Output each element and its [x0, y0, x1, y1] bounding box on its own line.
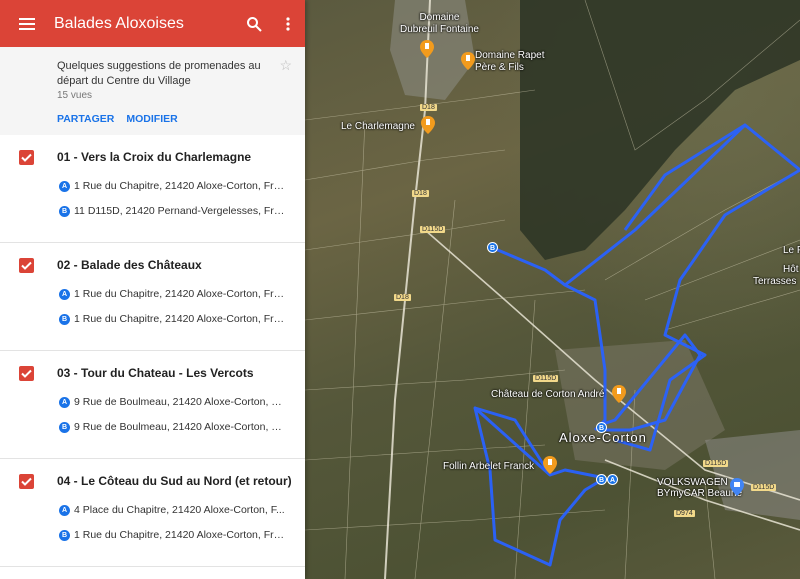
route-marker-a[interactable]: A: [607, 474, 618, 485]
map-description: Quelques suggestions de promenades au dé…: [0, 47, 305, 135]
stop-a-icon: A: [59, 396, 70, 408]
stop-address: 1 Rue du Chapitre, 21420 Aloxe-Corton, F…: [74, 288, 288, 300]
stop-address: 1 Rue du Chapitre, 21420 Aloxe-Corton, F…: [74, 529, 288, 541]
stop-a-icon: A: [59, 504, 70, 516]
route-stop[interactable]: B 1 Rue du Chapitre, 21420 Aloxe-Corton, …: [59, 529, 288, 541]
map-title: Balades Aloxoises: [54, 14, 184, 32]
map-view[interactable]: Domaine Dubreuil Fontaine Domaine Rapet …: [305, 0, 800, 579]
route-title[interactable]: 03 - Tour du Chateau - Les Vercots: [57, 366, 254, 380]
layer-checkbox[interactable]: [19, 474, 34, 489]
layer-checkbox[interactable]: [19, 150, 34, 165]
winery-pin-icon[interactable]: [461, 52, 475, 70]
route-marker-b[interactable]: B: [596, 474, 607, 485]
route-title[interactable]: 01 - Vers la Croix du Charlemagne: [57, 150, 251, 164]
stop-address: 9 Rue de Boulmeau, 21420 Aloxe-Corton, F…: [74, 421, 288, 433]
description-text: Quelques suggestions de promenades au dé…: [57, 60, 261, 87]
stop-a-icon: A: [59, 288, 70, 300]
stop-address: 1 Rue du Chapitre, 21420 Aloxe-Corton, F…: [74, 180, 288, 192]
route-stop[interactable]: A 1 Rue du Chapitre, 21420 Aloxe-Corton, …: [59, 180, 288, 192]
route-list: 01 - Vers la Croix du Charlemagne A 1 Rue…: [0, 135, 305, 567]
stop-address: 9 Rue de Boulmeau, 21420 Aloxe-Corton, F…: [74, 396, 288, 408]
road-label: D18: [420, 104, 437, 111]
star-icon[interactable]: ☆: [279, 57, 292, 74]
winery-pin-icon[interactable]: [612, 385, 626, 403]
stop-b-icon: B: [59, 205, 70, 217]
route-stop[interactable]: A 4 Place du Chapitre, 21420 Aloxe-Corton…: [59, 504, 288, 516]
place-charlemagne[interactable]: Le Charlemagne: [341, 121, 415, 132]
route-marker-b[interactable]: B: [596, 422, 607, 433]
route-title[interactable]: 02 - Balade des Châteaux: [57, 258, 202, 272]
stop-address: 11 D115D, 21420 Pernand-Vergelesses, Fra…: [74, 205, 288, 217]
edit-button[interactable]: MODIFIER: [126, 113, 177, 125]
route-stop[interactable]: B 9 Rue de Boulmeau, 21420 Aloxe-Corton, …: [59, 421, 288, 433]
route-item: 04 - Le Côteau du Sud au Nord (et retour…: [0, 459, 305, 567]
place-domaine-dubreuil[interactable]: Domaine Dubreuil Fontaine: [400, 12, 479, 36]
stop-address: 4 Place du Chapitre, 21420 Aloxe-Corton,…: [74, 504, 285, 516]
stop-address: 1 Rue du Chapitre, 21420 Aloxe-Corton, F…: [74, 313, 288, 325]
car-dealer-pin-icon[interactable]: [730, 478, 744, 496]
share-button[interactable]: PARTAGER: [57, 113, 114, 125]
winery-pin-icon[interactable]: [543, 456, 557, 474]
more-vert-icon[interactable]: [271, 16, 305, 31]
search-icon[interactable]: [237, 16, 271, 32]
place-hot[interactable]: Hôt: [783, 264, 799, 275]
road-label: D115D: [533, 375, 559, 382]
route-stop[interactable]: A 9 Rue de Boulmeau, 21420 Aloxe-Corton, …: [59, 396, 288, 408]
route-item: 03 - Tour du Chateau - Les Vercots A 9 Ru…: [0, 351, 305, 459]
stop-b-icon: B: [59, 313, 70, 325]
layer-checkbox[interactable]: [19, 258, 34, 273]
app-header: Balades Aloxoises: [0, 0, 305, 47]
route-item: 01 - Vers la Croix du Charlemagne A 1 Rue…: [0, 135, 305, 243]
restaurant-pin-icon[interactable]: [421, 116, 435, 134]
road-label: D115D: [703, 460, 729, 467]
place-domaine-rapet[interactable]: Domaine Rapet Père & Fils: [475, 50, 544, 74]
route-item: 02 - Balade des Châteaux A 1 Rue du Chapi…: [0, 243, 305, 351]
road-label: D18: [412, 190, 429, 197]
road-label: D974: [674, 510, 695, 517]
view-count: 15 vues: [57, 90, 93, 101]
sidebar: Balades Aloxoises Quelques suggestions d…: [0, 0, 305, 579]
winery-pin-icon[interactable]: [420, 40, 434, 58]
place-le-f[interactable]: Le F: [783, 245, 800, 256]
route-stop[interactable]: B 1 Rue du Chapitre, 21420 Aloxe-Corton, …: [59, 313, 288, 325]
place-terrasses[interactable]: Terrasses: [753, 276, 796, 287]
layer-checkbox[interactable]: [19, 366, 34, 381]
place-chateau-corton[interactable]: Château de Corton André: [491, 389, 604, 400]
route-marker-b[interactable]: B: [487, 242, 498, 253]
route-title[interactable]: 04 - Le Côteau du Sud au Nord (et retour…: [57, 474, 292, 488]
stop-b-icon: B: [59, 529, 70, 541]
road-label: D18: [394, 294, 411, 301]
place-follin[interactable]: Follin Arbelet Franck: [443, 461, 534, 472]
stop-b-icon: B: [59, 421, 70, 433]
stop-a-icon: A: [59, 180, 70, 192]
route-stop[interactable]: B 11 D115D, 21420 Pernand-Vergelesses, Fr…: [59, 205, 288, 217]
road-label: D115D: [751, 484, 777, 491]
route-stop[interactable]: A 1 Rue du Chapitre, 21420 Aloxe-Corton, …: [59, 288, 288, 300]
road-label: D115D: [420, 226, 446, 233]
menu-icon[interactable]: [0, 17, 54, 30]
